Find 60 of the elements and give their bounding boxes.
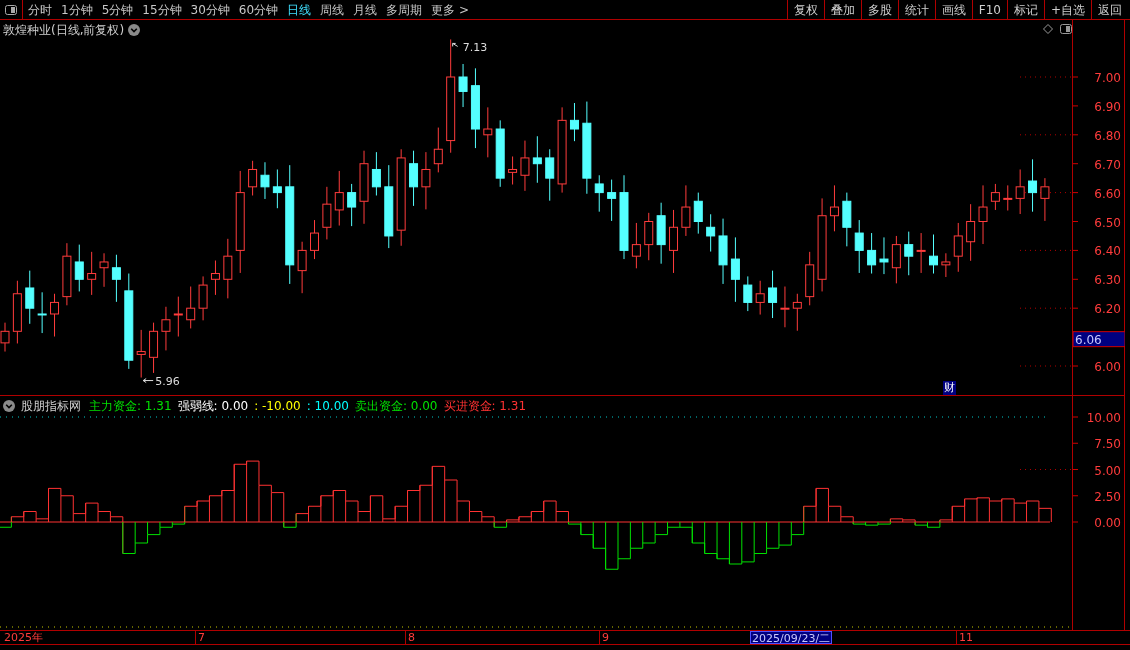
chart-title: 敦煌种业(日线,前复权) (3, 22, 125, 39)
price-tick-label: 6.50 (1094, 215, 1121, 230)
indicator-tick-label: 5.00 (1094, 463, 1121, 478)
current-price-label: 6.06 (1075, 332, 1102, 347)
low-price-label: 5.96 (155, 374, 180, 388)
period-tab[interactable]: 1分钟 (61, 0, 93, 19)
period-tab[interactable]: 30分钟 (190, 0, 230, 19)
indicator-name: 股朋指标网 (21, 398, 81, 415)
price-tick-label: 7.00 (1094, 71, 1121, 85)
price-tick-label: 6.90 (1094, 99, 1121, 114)
price-tick-label: 6.00 (1094, 360, 1121, 374)
price-tick-label: 6.20 (1094, 302, 1121, 317)
period-tab[interactable]: 60分钟 (238, 0, 279, 19)
toolbar-button[interactable]: +自选 (1043, 0, 1091, 20)
date-label: 8 (407, 631, 416, 644)
indicator-tick-label: 0.00 (1094, 516, 1121, 530)
price-tick-label: 6.40 (1094, 244, 1121, 259)
indicator-legend-value: 买进资金: 1.31 (443, 398, 527, 415)
toolbar-button[interactable]: 多股 (860, 0, 898, 20)
indicator-tick-label: 7.50 (1094, 437, 1121, 452)
indicator-legend-value: 强弱线: 0.00 (177, 398, 249, 415)
price-tick-label: 6.80 (1094, 128, 1121, 143)
period-tab[interactable]: 多周期 (386, 0, 423, 19)
indicator-tick-label: 2.50 (1094, 489, 1121, 504)
period-tab[interactable]: 日线 (287, 0, 312, 19)
period-tab[interactable]: 月线 (353, 0, 378, 19)
period-tab[interactable]: 分时 (28, 0, 52, 19)
date-label: 2025/09/23/二 (750, 631, 833, 644)
high-price-label: 7.13 (462, 41, 488, 55)
toolbar-button[interactable]: 叠加 (823, 0, 861, 20)
period-tab[interactable]: 5分钟 (101, 0, 134, 19)
date-label: 9 (601, 631, 610, 644)
toolbar-button[interactable]: 画线 (934, 0, 972, 20)
arrow-icon (452, 42, 459, 47)
period-tab[interactable]: 更多 > (431, 0, 469, 19)
panel-toggle-icon[interactable] (1060, 24, 1072, 34)
date-label: 11 (958, 631, 974, 644)
toolbar-button[interactable]: 复权 (786, 0, 824, 20)
price-tick-label: 6.30 (1094, 273, 1121, 288)
arrow-icon (142, 378, 154, 384)
chevron-down-icon[interactable] (3, 400, 15, 412)
indicator-legend-value: : 10.00 (306, 398, 349, 415)
period-tab[interactable]: 15分钟 (142, 0, 182, 19)
toolbar-button[interactable]: 返回 (1091, 0, 1128, 20)
panel-toggle-icon[interactable] (5, 4, 17, 15)
toolbar-button[interactable]: 标记 (1006, 0, 1044, 20)
toolbar-button[interactable]: 统计 (897, 0, 935, 20)
date-label: 2025年 (3, 631, 44, 644)
indicator-legend-value: 主力资金: 1.31 (89, 398, 172, 415)
chevron-down-icon[interactable] (128, 24, 141, 36)
indicator-tick-label: 10.00 (1086, 411, 1121, 425)
toolbar-button[interactable]: F10 (971, 0, 1007, 20)
indicator-legend-value: : -10.00 (254, 398, 301, 415)
period-tab[interactable]: 周线 (320, 0, 345, 19)
price-tick-label: 6.60 (1094, 186, 1121, 201)
date-label: 7 (197, 631, 206, 644)
price-tick-label: 6.70 (1094, 157, 1121, 172)
current-price-tag (1073, 331, 1125, 348)
indicator-legend-value: 卖出资金: 0.00 (354, 398, 438, 415)
event-marker[interactable]: 财 (943, 381, 956, 395)
